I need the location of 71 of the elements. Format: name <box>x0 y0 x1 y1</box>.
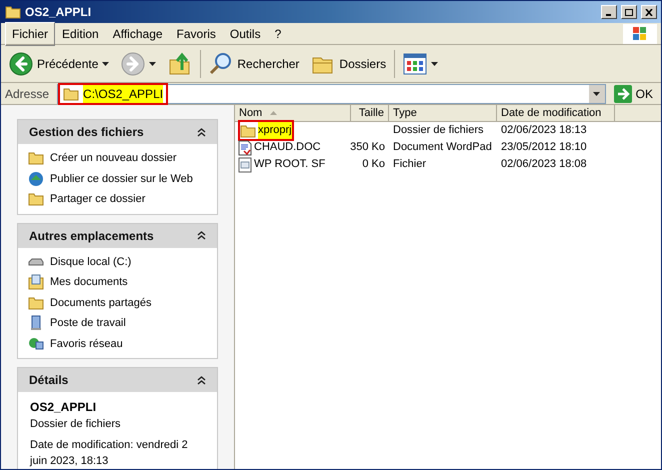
panel-header[interactable]: Autres emplacements <box>18 224 217 248</box>
collapse-icon[interactable] <box>197 128 206 136</box>
type-cell: Document WordPad <box>393 141 492 154</box>
folder-icon <box>28 294 44 311</box>
menu-item[interactable]: Affichage <box>106 22 170 46</box>
close-button[interactable] <box>641 5 657 19</box>
folder-icon <box>5 4 21 20</box>
dropdown-button[interactable] <box>588 84 605 102</box>
folders-button[interactable]: Dossiers <box>307 48 390 80</box>
task-link[interactable]: Poste de travail <box>50 315 126 332</box>
document-icon <box>238 140 252 156</box>
file-name-cell[interactable]: CHAUD.DOC <box>238 139 321 156</box>
caret-icon <box>431 62 438 66</box>
file-name-cell[interactable]: xproprj <box>238 120 294 141</box>
globe-icon <box>28 170 44 187</box>
search-button[interactable]: Rechercher <box>205 48 304 80</box>
menu-item[interactable]: Outils <box>222 22 268 46</box>
details-name: OS2_APPLI <box>30 399 98 416</box>
size-cell-text: 350 Ko <box>350 140 385 156</box>
task-link[interactable]: Favoris réseau <box>50 336 123 352</box>
window-title: OS2_APPLI <box>25 4 92 21</box>
collapse-icon[interactable] <box>197 231 206 240</box>
address-label: Adresse <box>5 86 50 102</box>
new-folder-icon <box>28 150 44 166</box>
panel-header[interactable]: Détails <box>18 368 217 392</box>
shared-folder-icon <box>28 191 44 208</box>
date-cell: 02/06/2023 18:13 <box>501 124 587 136</box>
task-link[interactable]: Mes documents <box>50 274 128 290</box>
go-button[interactable]: OK <box>610 84 657 102</box>
file-name-cell[interactable]: WP ROOT. SF <box>238 156 326 173</box>
file-icon <box>238 156 252 172</box>
sort-arrow-icon <box>270 111 278 115</box>
caret-icon <box>149 62 156 66</box>
search-icon <box>209 52 234 76</box>
task-link[interactable]: Disque local (C:) <box>50 254 132 270</box>
menu-item[interactable]: ? <box>268 22 288 46</box>
minimize-button[interactable] <box>601 5 617 19</box>
date-cell: 02/06/2023 18:08 <box>501 158 587 170</box>
column-header[interactable]: Date de modification <box>497 105 615 121</box>
panel-header[interactable]: Gestion des fichiers <box>18 120 217 144</box>
caret-icon <box>593 92 600 96</box>
caret-icon <box>102 62 110 66</box>
documents-icon <box>28 274 44 290</box>
date-cell: 23/05/2012 18:10 <box>501 141 587 154</box>
menu-item[interactable]: Edition <box>55 22 106 46</box>
menu-item[interactable]: Favoris <box>170 22 223 46</box>
maximize-button[interactable] <box>621 5 637 19</box>
back-button[interactable]: Précédente <box>5 48 114 80</box>
column-header[interactable]: Taille <box>351 105 389 121</box>
maximize-icon <box>625 8 633 16</box>
close-icon <box>645 8 653 16</box>
column-header[interactable]: Nom <box>235 105 351 121</box>
menu-item[interactable]: Fichier <box>5 22 56 46</box>
address-value: C:\OS2_APPLI <box>83 84 164 102</box>
task-link[interactable]: Publier ce dossier sur le Web <box>50 170 193 187</box>
views-icon <box>403 52 428 74</box>
details-date: Date de modification: vendredi 2 juin 2023, 18:13 <box>30 438 189 469</box>
task-link[interactable]: Partager ce dossier <box>50 191 146 208</box>
type-cell: Fichier <box>393 158 426 170</box>
task-link[interactable]: Créer un nouveau dossier <box>50 150 177 166</box>
go-arrow-icon <box>614 84 632 102</box>
collapse-icon[interactable] <box>197 376 206 384</box>
task-link[interactable]: Documents partagés <box>50 294 152 311</box>
type-cell: Dossier de fichiers <box>393 124 484 136</box>
folder-up-icon <box>168 52 192 76</box>
details-type: Dossier de fichiers <box>30 417 122 432</box>
address-field[interactable]: C:\OS2_APPLI <box>57 84 606 104</box>
column-header[interactable]: Type <box>389 105 497 121</box>
windows-logo-icon <box>623 24 657 44</box>
folder-icon <box>63 86 80 102</box>
size-cell-text: 0 Ko <box>362 157 385 172</box>
